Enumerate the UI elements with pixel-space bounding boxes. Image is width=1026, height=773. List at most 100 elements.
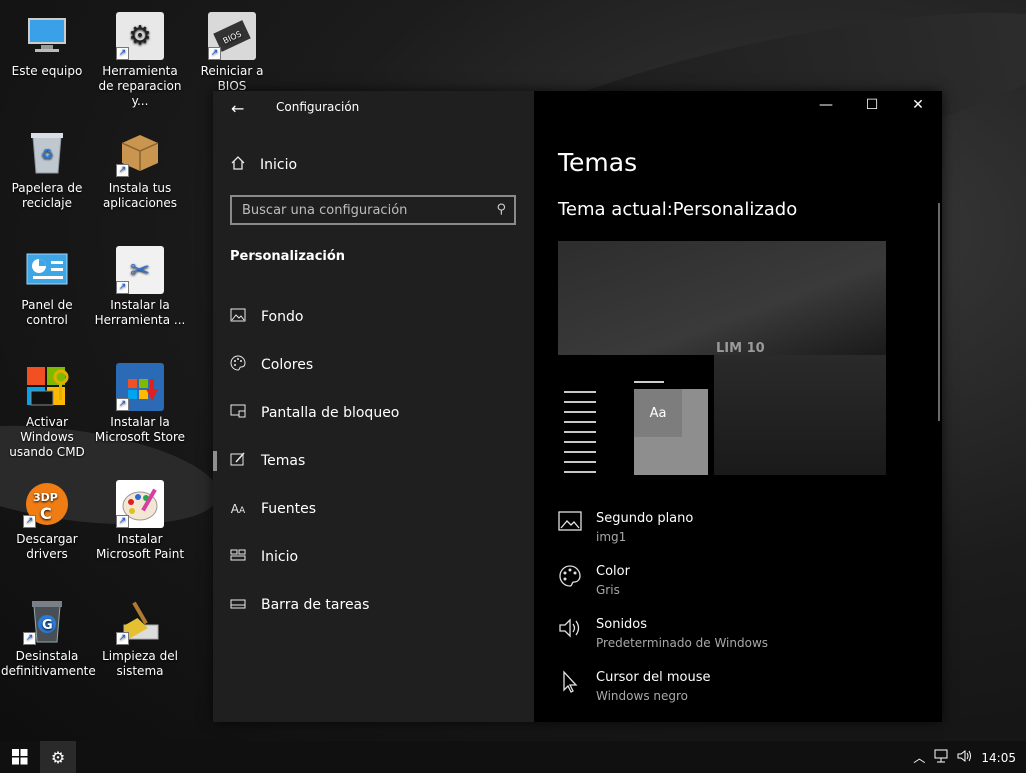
desktop-icon-instalar-herramienta[interactable]: ✂ ↗ Instalar la Herramienta ...	[94, 246, 186, 328]
current-theme-value: Personalizado	[672, 199, 798, 220]
start-button[interactable]	[0, 741, 40, 773]
chevron-up-icon[interactable]: ︿	[913, 749, 925, 766]
prop-cursor[interactable]: Cursor del mouse Windows negro	[558, 668, 711, 705]
nav-home[interactable]: Inicio	[230, 155, 297, 175]
prop-title: Color	[596, 564, 630, 579]
nav-item-label: Fuentes	[261, 501, 317, 517]
desktop-icon-label: Limpieza del sistema	[102, 649, 178, 678]
preview-logo: LIM 10	[716, 341, 765, 356]
desktop-icon-label: Herramienta de reparacion y...	[98, 64, 182, 108]
start-layout-icon	[230, 549, 246, 565]
desktop-icon-label: Reiniciar a BIOS	[200, 64, 264, 93]
desktop-icon-desinstala[interactable]: G ↗ Desinstala definitivamente	[1, 597, 96, 679]
lock-screen-icon	[230, 404, 246, 422]
current-theme-label: Tema actual:	[558, 199, 673, 220]
cursor-icon	[558, 670, 582, 705]
desktop-icon-label: Descargar drivers	[16, 532, 78, 561]
scrollbar[interactable]	[938, 203, 940, 421]
desktop-icon-panel-control[interactable]: Panel de control	[1, 246, 93, 328]
prop-value: Gris	[596, 583, 620, 597]
svg-text:3DP: 3DP	[33, 491, 58, 504]
desktop-icon-reiniciar-bios[interactable]: BIOS ↗ Reiniciar a BIOS	[186, 12, 278, 94]
network-icon[interactable]	[933, 749, 949, 766]
preview-aa-tile: Aa	[634, 389, 682, 437]
palette-icon	[230, 355, 246, 375]
svg-text:C: C	[40, 504, 52, 523]
prop-value: Windows negro	[596, 689, 688, 703]
section-heading: Personalización	[230, 249, 346, 264]
desktop-icon-label: Instalar la Microsoft Store	[94, 415, 186, 444]
nav-item-temas[interactable]: Temas	[213, 437, 534, 485]
desktop-icon-microsoft-store[interactable]: ↗ Instalar la Microsoft Store	[94, 363, 186, 445]
computer-icon	[23, 12, 71, 60]
settings-sidebar: ← Configuración Inicio Buscar una config…	[213, 91, 534, 722]
recycle-bin-icon: ♻	[23, 129, 71, 177]
system-tray: ︿ 14:05	[913, 749, 1016, 766]
nav-item-fondo[interactable]: Fondo	[213, 293, 534, 341]
desktop-icon-herramienta-reparacion[interactable]: ⚙ ↗ Herramienta de reparacion y...	[94, 12, 186, 109]
search-input[interactable]: Buscar una configuración ⚲	[230, 195, 516, 225]
prop-color[interactable]: Color Gris	[558, 562, 630, 599]
clock[interactable]: 14:05	[981, 751, 1016, 765]
package-box-icon: ↗	[116, 129, 164, 177]
theme-preview: LIM 10 Aa	[558, 241, 886, 475]
uninstall-bin-icon: G ↗	[23, 597, 71, 645]
prop-segundo-plano[interactable]: Segundo plano img1	[558, 509, 693, 546]
page-title: Temas	[558, 148, 638, 177]
svg-text:♻: ♻	[41, 147, 54, 163]
nav-item-colores[interactable]: Colores	[213, 341, 534, 389]
prop-title: Cursor del mouse	[596, 670, 711, 685]
desktop-icon-activar-windows[interactable]: Activar Windows usando CMD	[1, 363, 93, 460]
picture-icon	[230, 308, 246, 326]
prop-title: Sonidos	[596, 617, 648, 632]
window-title: Configuración	[276, 100, 360, 114]
windows-key-icon	[23, 363, 71, 411]
windows-logo-icon	[12, 749, 28, 765]
install-tool-icon: ✂ ↗	[116, 246, 164, 294]
paint-palette-icon: ↗	[116, 480, 164, 528]
nav-item-fuentes[interactable]: AA Fuentes	[213, 485, 534, 533]
search-icon: ⚲	[496, 202, 506, 217]
nav-item-label: Inicio	[261, 549, 299, 565]
nav-item-pantalla-bloqueo[interactable]: Pantalla de bloqueo	[213, 389, 534, 437]
desktop-icon-label: Desinstala definitivamente	[1, 649, 96, 678]
back-arrow-icon[interactable]: ←	[231, 99, 244, 118]
repair-tool-icon: ⚙ ↗	[116, 12, 164, 60]
nav-item-barra-tareas[interactable]: Barra de tareas	[213, 581, 534, 629]
volume-icon[interactable]	[957, 749, 973, 766]
maximize-icon[interactable]: ☐	[857, 97, 887, 113]
desktop-icon-papelera[interactable]: ♻ Papelera de reciclaje	[1, 129, 93, 211]
nav-item-label: Temas	[261, 453, 306, 469]
settings-taskbar-button[interactable]: ⚙	[40, 741, 76, 773]
desktop-icon-label: Papelera de reciclaje	[11, 181, 83, 210]
close-icon[interactable]: ✕	[903, 97, 933, 113]
themes-icon	[230, 451, 246, 471]
desktop-icon-label: Activar Windows usando CMD	[9, 415, 85, 459]
fonts-icon: AA	[230, 502, 246, 516]
settings-window: ← Configuración Inicio Buscar una config…	[213, 91, 942, 722]
control-panel-icon	[23, 246, 71, 294]
palette-icon	[558, 564, 582, 599]
store-icon: ↗	[116, 363, 164, 411]
desktop-icon-limpieza-sistema[interactable]: ↗ Limpieza del sistema	[94, 597, 186, 679]
svg-text:G: G	[42, 618, 53, 633]
desktop-icon-label: Instala tus aplicaciones	[102, 181, 178, 210]
prop-title: Segundo plano	[596, 511, 694, 526]
nav-item-label: Barra de tareas	[261, 597, 370, 613]
personalization-nav: Fondo Colores Pantalla de bloqueo Temas	[213, 293, 534, 629]
nav-item-inicio[interactable]: Inicio	[213, 533, 534, 581]
prop-sonidos[interactable]: Sonidos Predeterminado de Windows	[558, 615, 768, 652]
desktop-icon-microsoft-paint[interactable]: ↗ Instalar Microsoft Paint	[94, 480, 186, 562]
preview-topbar	[634, 381, 664, 383]
minimize-icon[interactable]: —	[811, 97, 841, 113]
driver-download-icon: 3DP C ↗	[23, 480, 71, 528]
prop-value: img1	[596, 530, 627, 544]
nav-home-label: Inicio	[260, 157, 298, 173]
home-icon	[230, 155, 246, 175]
speaker-icon	[558, 617, 582, 652]
desktop-icon-instala-aplicaciones[interactable]: ↗ Instala tus aplicaciones	[94, 129, 186, 211]
desktop-icon-este-equipo[interactable]: Este equipo	[1, 12, 93, 79]
desktop-icon-label: Este equipo	[11, 64, 83, 78]
desktop-icon-descargar-drivers[interactable]: 3DP C ↗ Descargar drivers	[1, 480, 93, 562]
broom-icon: ↗	[116, 597, 164, 645]
